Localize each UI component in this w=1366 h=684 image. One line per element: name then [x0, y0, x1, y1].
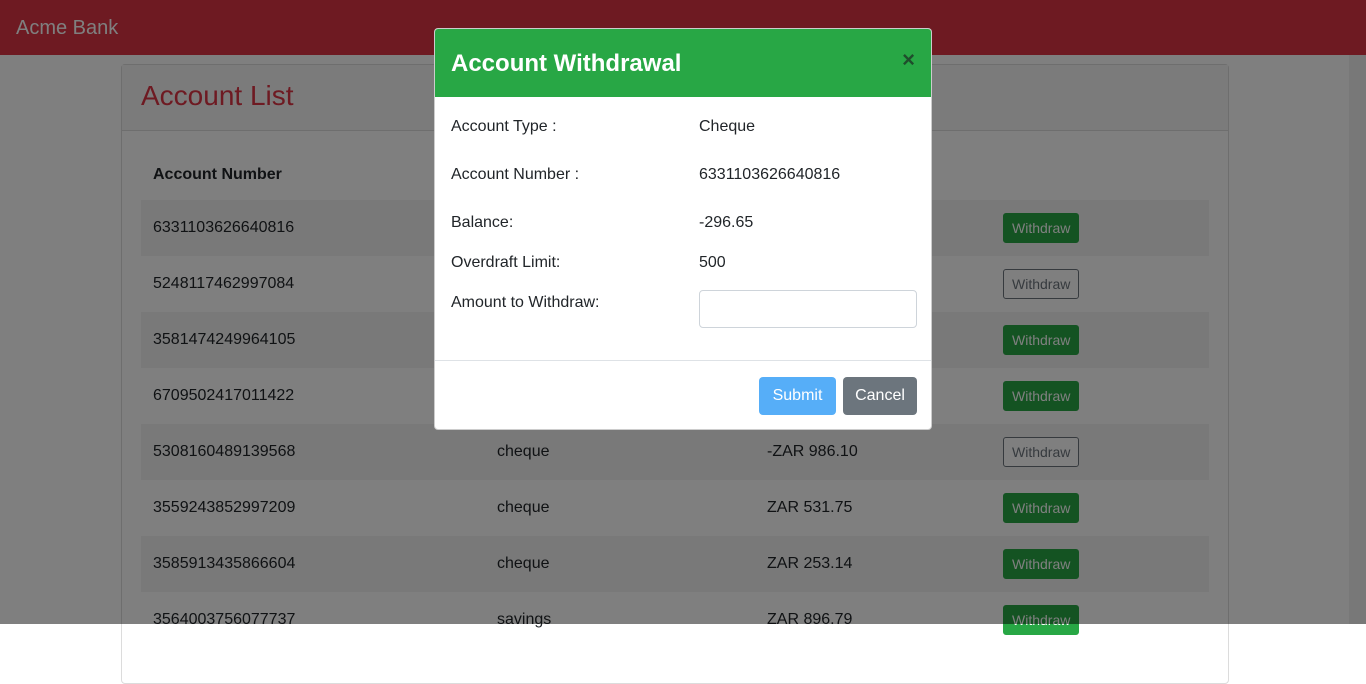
balance-label: Balance:	[451, 214, 514, 231]
account-type-label: Account Type :	[451, 118, 557, 135]
modal-title: Account Withdrawal	[451, 50, 682, 77]
amount-input[interactable]	[699, 290, 917, 328]
balance-value: -296.65	[699, 214, 754, 231]
overdraft-limit-value: 500	[699, 254, 726, 271]
account-number-value: 6331103626640816	[699, 166, 841, 183]
modal-header: Account Withdrawal ×	[435, 29, 931, 97]
cancel-button[interactable]: Cancel	[843, 377, 917, 415]
amount-label: Amount to Withdraw:	[451, 294, 600, 311]
account-number-label: Account Number :	[451, 166, 580, 183]
withdrawal-modal: Account Withdrawal × Account Type : Cheq…	[434, 28, 932, 430]
submit-button[interactable]: Submit	[759, 377, 836, 415]
overdraft-limit-label: Overdraft Limit:	[451, 254, 561, 271]
modal-footer: Submit Cancel	[435, 360, 931, 429]
modal-body: Account Type : Cheque Account Number : 6…	[435, 97, 931, 360]
close-icon[interactable]: ×	[902, 48, 915, 72]
account-type-value: Cheque	[699, 118, 756, 135]
